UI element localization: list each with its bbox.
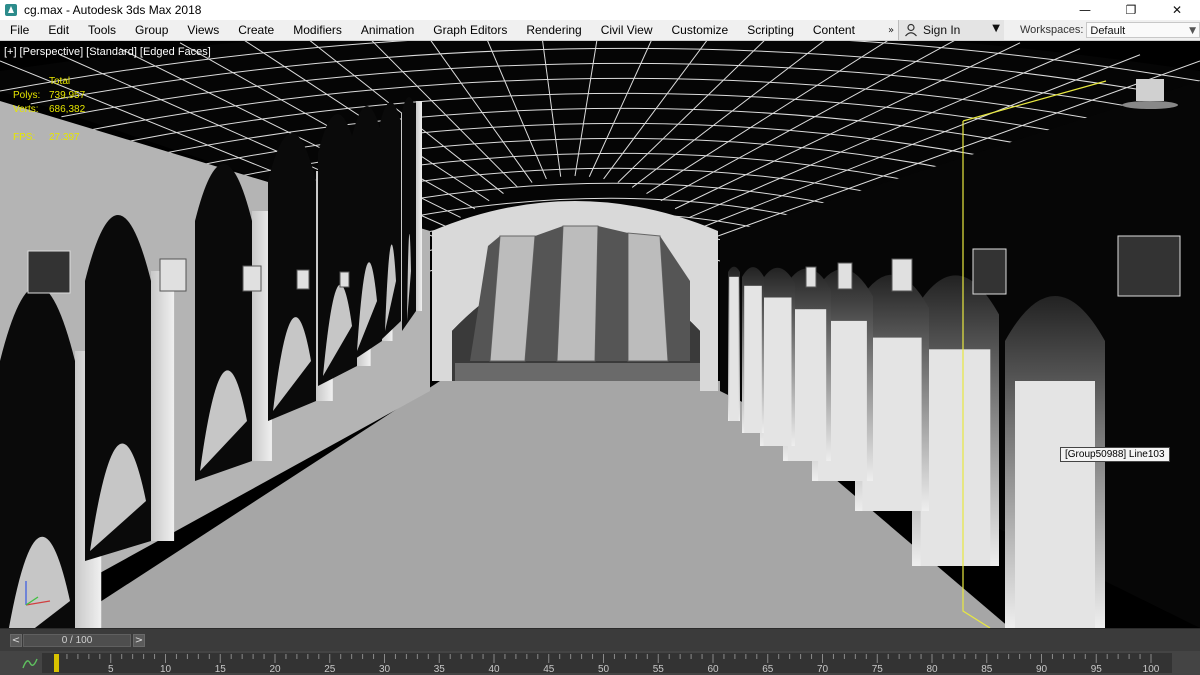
viewport-point-of-view-menu[interactable]: [Perspective] [20,46,84,58]
track-bar-ruler: 5 10 15 20 25 30 35 40 45 50 55 60 65 70 75 80 85 90 95 100 [42,653,1172,675]
restore-icon[interactable]: ❐ [1108,0,1154,20]
track-bar-tick-label: 20 [269,664,281,675]
track-bar-tick-label: 60 [707,664,719,675]
chevron-down-icon: ▼ [1189,26,1196,36]
polys-label: Polys: [13,90,41,101]
track-bar-tick-label: 75 [872,664,884,675]
track-bar-tick-label: 30 [379,664,391,675]
time-slider: < 0 / 100 > [0,628,1200,651]
menu-graph-editors[interactable]: Graph Editors [423,20,516,40]
track-bar-tick-label: 85 [981,664,993,675]
close-icon[interactable]: ✕ [1154,0,1200,20]
time-slider-thumb[interactable]: 0 / 100 [23,634,131,647]
menu-file[interactable]: File [0,20,38,40]
menu-animation[interactable]: Animation [351,20,423,40]
track-bar[interactable]: 5 10 15 20 25 30 35 40 45 50 55 60 65 70 75 80 85 90 95 100 [0,651,1200,675]
track-bar-tick-label: 40 [488,664,500,675]
viewport-scene [0,41,1200,628]
track-bar-tick-label: 95 [1091,664,1103,675]
axis-tripod-icon [25,581,51,606]
menu-overflow-icon[interactable]: » [884,20,898,40]
viewport-display-mode-menu[interactable]: [Edged Faces] [140,46,211,58]
viewport-statistics: Total Polys: 739,957 Verts: 686,382 FPS:… [13,75,109,145]
menu-edit[interactable]: Edit [38,20,78,40]
menu-customize[interactable]: Customize [662,20,738,40]
viewport-label-menu[interactable]: [+] [Perspective] [Standard] [Edged Face… [4,46,214,58]
menu-content[interactable]: Content [803,20,864,40]
fps-value: 27.397 [49,132,80,143]
track-bar-tick-label: 10 [160,664,172,675]
stats-header: Total [49,76,71,87]
window-title: cg.max - Autodesk 3ds Max 2018 [24,3,202,17]
fps-label: FPS: [13,132,36,143]
track-bar-tick-label: 15 [215,664,227,675]
escalator-portal [432,201,718,391]
workspaces-label: Workspaces: [1020,24,1084,36]
track-bar-tick-label: 25 [324,664,336,675]
menu-bar: File Edit Tools Group Views Create Modif… [0,20,1200,41]
polys-value: 739,957 [49,90,86,101]
menu-civil-view[interactable]: Civil View [591,20,662,40]
track-bar-tick-label: 55 [653,664,665,675]
menu-views[interactable]: Views [177,20,228,40]
workspaces-dropdown[interactable]: Default ▼ [1086,22,1200,38]
menu-modifiers[interactable]: Modifiers [283,20,351,40]
object-tooltip: [Group50988] Line103 [1060,447,1170,462]
menu-group[interactable]: Group [125,20,177,40]
track-bar-tick-label: 5 [108,664,114,675]
viewport-shading-menu[interactable]: [Standard] [86,46,137,58]
workspaces-value: Default [1090,25,1126,37]
menu-tools[interactable]: Tools [78,20,125,40]
sign-in-label: Sign In [923,23,961,37]
chevron-down-icon: ▼ [992,23,1000,34]
next-frame-button[interactable]: > [133,634,145,647]
track-bar-tick-label: 80 [926,664,938,675]
track-bar-tick-label: 70 [817,664,829,675]
track-bar-tick-label: 50 [598,664,610,675]
previous-frame-button[interactable]: < [10,634,22,647]
track-bar-tick-label: 35 [434,664,446,675]
menu-create[interactable]: Create [228,20,283,40]
verts-value: 686,382 [49,104,86,115]
workspaces-control: Workspaces: Default ▼ [1004,20,1200,40]
menu-rendering[interactable]: Rendering [516,20,590,40]
track-bar-tick-label: 45 [543,664,555,675]
current-frame-marker[interactable] [54,654,59,672]
user-icon [903,22,919,38]
title-bar: cg.max - Autodesk 3ds Max 2018 — ❐ ✕ [0,0,1200,20]
viewport-general-menu[interactable]: [+] [4,46,17,58]
minimize-icon[interactable]: — [1062,0,1108,20]
menu-scripting[interactable]: Scripting [737,20,803,40]
track-bar-tick-label: 100 [1143,664,1160,675]
sign-in-button[interactable]: Sign In ▼ [898,20,1004,40]
track-bar-tick-label: 90 [1036,664,1048,675]
verts-label: Verts: [13,104,39,115]
perspective-viewport[interactable]: [+] [Perspective] [Standard] [Edged Face… [0,41,1200,628]
track-bar-tick-label: 65 [762,664,774,675]
3ds-max-logo-icon [4,3,18,17]
